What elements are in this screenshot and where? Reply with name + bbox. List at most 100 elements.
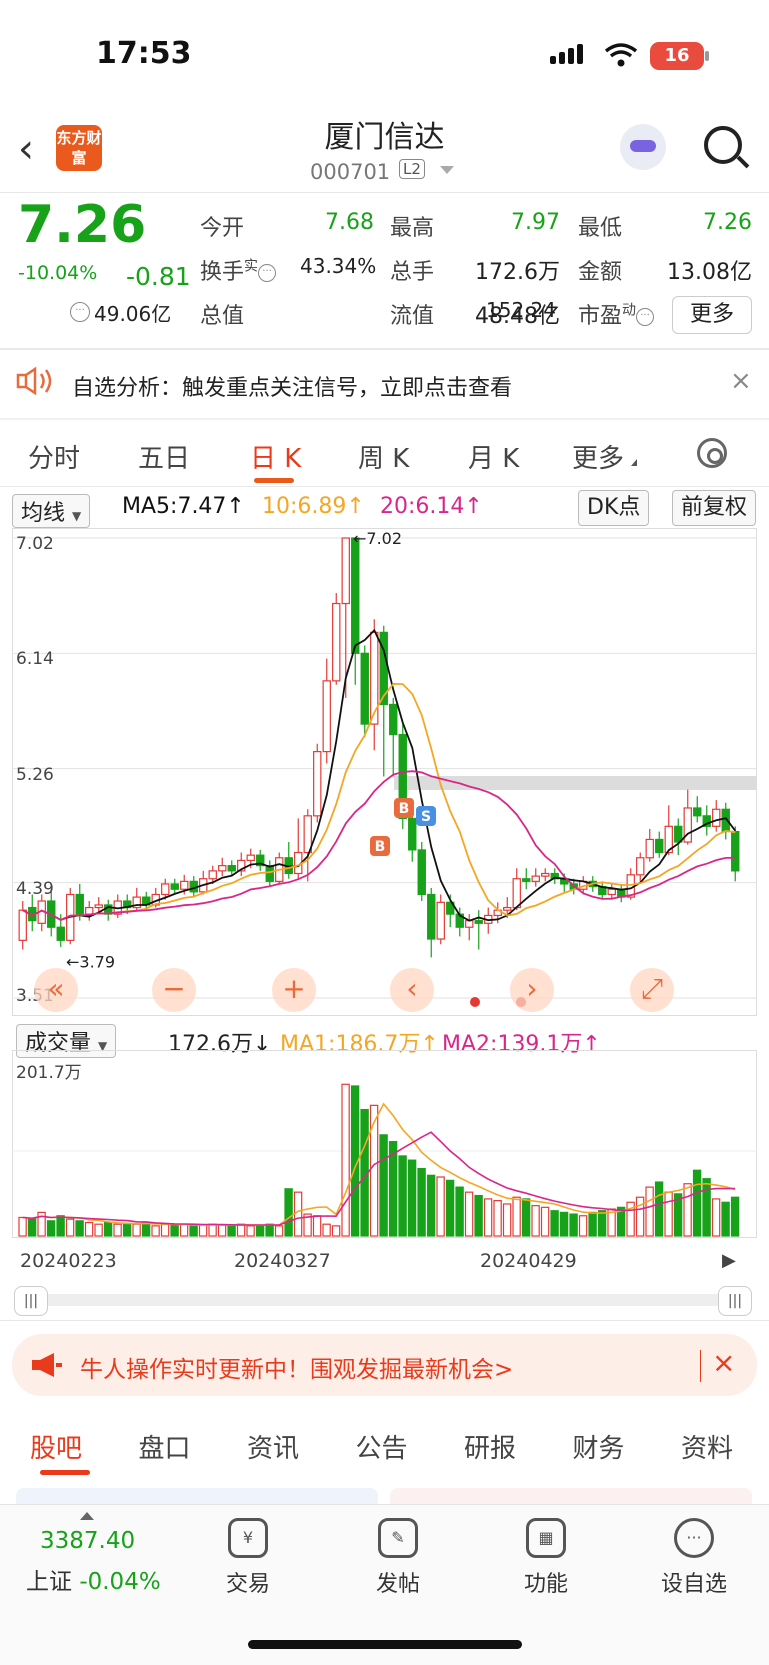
candle-body [322, 680, 331, 753]
nav-label: 设自选 [660, 1572, 727, 1597]
stat-value: 43.34% [300, 254, 377, 278]
tab-0[interactable]: 分时 [28, 438, 80, 475]
main-tab-5[interactable]: 财务 [573, 1428, 625, 1465]
volume-bar [293, 1191, 303, 1237]
level2-badge[interactable]: L2 [399, 159, 425, 179]
volume-bar [502, 1203, 512, 1237]
indicator-select-label: 均线 [21, 501, 66, 526]
volume-bar [635, 1196, 645, 1237]
gear-icon[interactable] [697, 438, 727, 468]
kline-chart[interactable]: ←7.02←3.79B SB [12, 528, 757, 1016]
stat-label-text: 最高 [390, 216, 435, 241]
event-dot [470, 997, 480, 1007]
volume-bar [645, 1186, 654, 1237]
megaphone-icon [32, 1353, 62, 1377]
more-button[interactable]: 更多 [672, 296, 752, 334]
chart-control-1[interactable]: − [152, 968, 196, 1012]
dk-point-button[interactable]: DK点 [578, 490, 650, 526]
chart-control-0[interactable]: « [34, 968, 78, 1012]
stat-value: 152.24 [486, 298, 556, 322]
adjust-button[interactable]: 前复权 [672, 490, 757, 526]
home-indicator [248, 1640, 522, 1649]
main-tab-3[interactable]: 公告 [356, 1428, 408, 1465]
tab-1[interactable]: 五日 [138, 438, 190, 475]
volume-bar [208, 1223, 217, 1237]
stat-label: 最高 [390, 210, 434, 242]
candle-body [541, 872, 550, 877]
volume-bar [84, 1221, 94, 1237]
tab-2[interactable]: 日 K [250, 438, 301, 475]
chart-control-2[interactable]: + [272, 968, 316, 1012]
volume-bar [141, 1221, 151, 1237]
range-left-handle[interactable]: ||| [14, 1286, 48, 1316]
card-preview [390, 1488, 752, 1504]
ma20-label: 20:6.14↑ [380, 494, 483, 519]
volume-bar [94, 1223, 103, 1237]
main-tab-6[interactable]: 资料 [681, 1428, 733, 1465]
main-tab-2[interactable]: 资讯 [247, 1428, 299, 1465]
volume-bar [274, 1225, 284, 1237]
volume-bar [265, 1223, 274, 1237]
candle-body [341, 537, 350, 605]
volume-bar [711, 1198, 721, 1237]
candle-body [94, 904, 103, 909]
info-icon[interactable]: ··· [70, 302, 90, 322]
tab-4[interactable]: 月 K [468, 438, 519, 475]
index-value[interactable]: 3387.40 [40, 1528, 135, 1554]
more-caret-icon [631, 459, 637, 466]
info-icon[interactable]: ··· [636, 308, 655, 326]
chevron-down-icon[interactable] [440, 166, 454, 174]
volume-bar [369, 1104, 379, 1237]
play-icon[interactable]: ▶ [722, 1250, 736, 1271]
candle-body [218, 865, 227, 872]
tab-5[interactable]: 更多 [572, 438, 624, 475]
tab-3[interactable]: 周 K [358, 438, 409, 475]
indicator-select[interactable]: 均线 ▼ [12, 494, 91, 528]
close-icon[interactable]: × [712, 1346, 735, 1379]
battery-tip [705, 51, 709, 61]
banner-text[interactable]: 牛人操作实时更新中！围观发掘最新机会> [80, 1350, 513, 1384]
range-scroll-track[interactable] [28, 1294, 728, 1306]
notice-text[interactable]: 自选分析：触发重点关注信号，立即点击查看 [72, 370, 512, 402]
close-icon[interactable]: × [730, 366, 752, 396]
nav-item-1[interactable]: ✎ 发帖 [348, 1518, 448, 1598]
stat-value: 13.08亿 [667, 260, 752, 285]
info-icon[interactable]: ··· [258, 264, 277, 282]
main-tab-4[interactable]: 研报 [464, 1428, 516, 1465]
candle-body [512, 878, 521, 909]
volume-bar [322, 1223, 331, 1237]
candle-body [56, 926, 65, 941]
nav-item-3[interactable]: ··· 设自选 [644, 1518, 744, 1598]
assistant-robot-icon[interactable] [620, 124, 666, 170]
signal-label: B [399, 801, 410, 817]
price-tick: 4.39 [16, 878, 54, 899]
candle-body [427, 893, 436, 940]
nav-item-0[interactable]: ¥ 交易 [198, 1518, 298, 1598]
volume-bar [236, 1223, 246, 1237]
chart-control-4[interactable]: › [510, 968, 554, 1012]
chevron-up-icon[interactable] [80, 1512, 94, 1520]
candle-body [18, 909, 27, 941]
divider [0, 348, 769, 350]
candle-body [170, 883, 179, 890]
ma5-label: MA5:7.47↑ [122, 494, 245, 519]
volume-bar [407, 1159, 417, 1237]
volume-chart[interactable] [12, 1050, 757, 1238]
change-percent: -10.04% [18, 262, 98, 284]
nav-item-2[interactable]: ▦ 功能 [496, 1518, 596, 1598]
main-tab-1[interactable]: 盘口 [139, 1428, 191, 1465]
volume-bar [27, 1218, 37, 1237]
volume-bar [721, 1201, 730, 1237]
volume-bar [654, 1181, 664, 1237]
range-right-handle[interactable]: ||| [718, 1286, 752, 1316]
stat-label-text: 最低 [578, 216, 623, 241]
candle-body [607, 888, 616, 896]
index-label[interactable]: 上证 -0.04% [26, 1562, 161, 1596]
price-tick: 7.02 [16, 534, 54, 554]
chart-control-3[interactable]: ‹ [390, 968, 434, 1012]
volume-bar [578, 1215, 588, 1237]
chart-control-5[interactable]: ⤢ [630, 968, 674, 1012]
main-tab-0[interactable]: 股吧 [30, 1428, 82, 1465]
stat-label: 今开 [200, 210, 244, 242]
divider [0, 192, 769, 193]
